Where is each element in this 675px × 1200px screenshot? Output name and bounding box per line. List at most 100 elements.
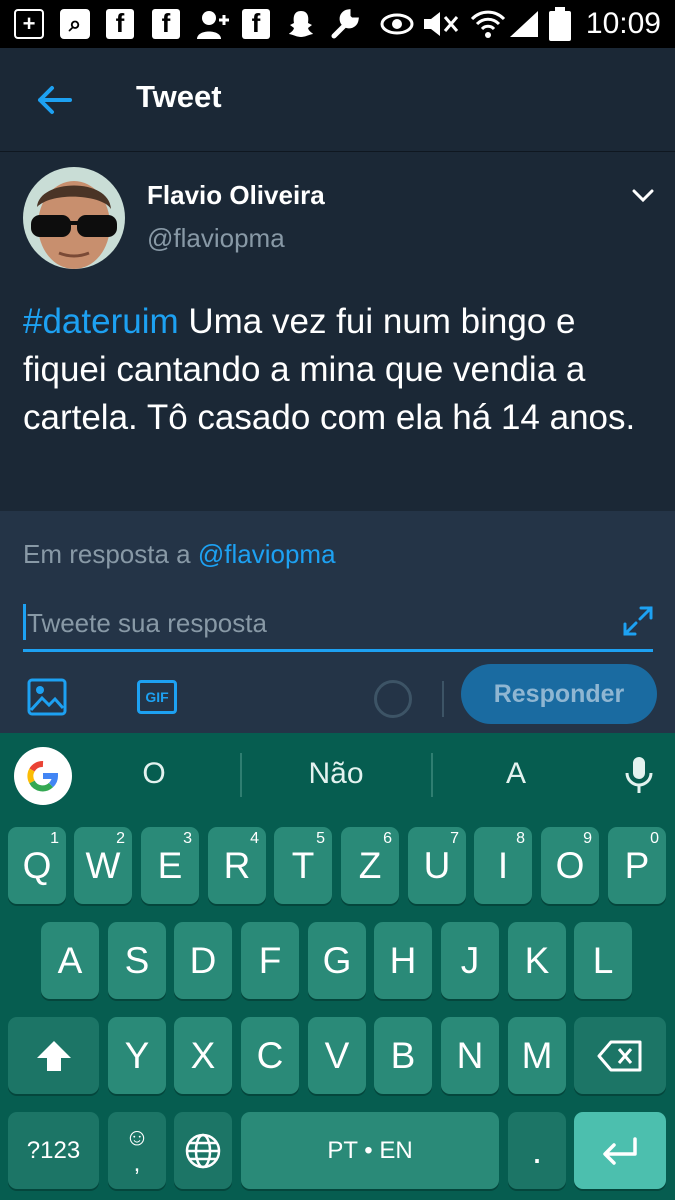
eye-icon [380,8,414,40]
reply-composer: Em resposta a @flaviopma Tweete sua resp… [0,511,675,733]
microphone-icon[interactable] [622,755,656,797]
key-z[interactable]: Z6 [341,827,399,904]
key-e[interactable]: E3 [141,827,199,904]
reply-to-mention[interactable]: @flaviopma [198,539,336,569]
globe-icon [185,1133,221,1168]
key-label: U [423,844,451,886]
wifi-icon [470,8,506,40]
key-s[interactable]: S [108,922,166,999]
app-header: Tweet [0,48,675,152]
character-counter [374,680,412,718]
wrench-icon [328,8,360,40]
emoji-comma-key[interactable]: ☺ , [108,1112,166,1189]
key-label: Q [22,844,52,886]
key-c[interactable]: C [241,1017,299,1094]
key-q[interactable]: Q1 [8,827,66,904]
key-b[interactable]: B [374,1017,432,1094]
enter-icon [603,1136,637,1165]
suggestion-bar: O Não A [0,733,675,819]
author-name[interactable]: Flavio Oliveira [147,180,325,211]
facebook-icon: f [152,8,180,40]
key-y[interactable]: Y [108,1017,166,1094]
mute-icon [422,8,462,40]
suggestion-divider [240,753,242,797]
battery-icon [548,7,572,41]
key-hint: 1 [50,830,59,847]
reply-to-line: Em resposta a @flaviopma [23,539,336,570]
key-m[interactable]: M [508,1017,566,1094]
enter-key[interactable] [574,1112,666,1189]
key-label: W [85,844,121,886]
key-f[interactable]: F [241,922,299,999]
shift-key[interactable] [8,1017,99,1094]
suggestion-1[interactable]: O [94,757,214,791]
key-t[interactable]: T5 [274,827,332,904]
reply-button[interactable]: Responder [461,664,657,724]
key-w[interactable]: W2 [74,827,132,904]
add-person-icon [196,8,230,40]
key-hint: 3 [183,830,192,847]
key-label: P [624,844,650,886]
tweet-menu-button[interactable] [626,181,660,211]
key-x[interactable]: X [174,1017,232,1094]
facebook-icon: f [106,8,134,40]
gif-icon: GIF [137,680,177,714]
key-g[interactable]: G [308,922,366,999]
key-hint: 7 [450,830,459,847]
period-key[interactable]: . [508,1112,566,1189]
backspace-key[interactable] [574,1017,666,1094]
key-j[interactable]: J [441,922,499,999]
shift-arrow-icon [36,1040,71,1071]
key-hint: 9 [583,830,592,847]
reply-placeholder: Tweete sua resposta [27,608,267,638]
key-hint: 8 [516,830,525,847]
hashtag-link[interactable]: #dateruim [23,302,179,341]
reply-input[interactable]: Tweete sua resposta [23,598,653,652]
key-hint: 4 [250,830,259,847]
key-p[interactable]: P0 [608,827,666,904]
key-hint: 2 [116,830,125,847]
suggestion-2[interactable]: Não [266,757,406,791]
key-d[interactable]: D [174,922,232,999]
key-l[interactable]: L [574,922,632,999]
status-bar: + ⌕ f f f 10:09 [0,0,675,48]
expand-icon[interactable] [622,605,654,637]
arrow-left-icon [38,86,72,114]
text-cursor [23,604,26,640]
author-handle[interactable]: @flaviopma [147,223,285,254]
signal-icon [508,8,540,40]
key-a[interactable]: A [41,922,99,999]
add-gif-button[interactable]: GIF [137,677,177,717]
reply-to-prefix: Em resposta a [23,539,198,569]
key-v[interactable]: V [308,1017,366,1094]
add-photo-button[interactable] [27,677,67,717]
status-time: 10:09 [585,7,661,40]
facebook-icon: f [242,8,270,40]
key-label: O [555,844,585,886]
key-i[interactable]: I8 [474,827,532,904]
key-label: I [497,844,509,886]
emoji-icon: ☺ [124,1123,150,1151]
back-button[interactable] [26,76,82,124]
space-key[interactable]: PT • EN [241,1112,499,1189]
tweet-text: #dateruim Uma vez fui num bingo e fiquei… [23,298,663,442]
key-hint: 6 [383,830,392,847]
key-n[interactable]: N [441,1017,499,1094]
key-label: Z [358,844,382,886]
key-label: E [157,844,183,886]
key-o[interactable]: O9 [541,827,599,904]
key-h[interactable]: H [374,922,432,999]
language-key[interactable] [174,1112,232,1189]
suggestion-3[interactable]: A [456,757,576,791]
avatar[interactable] [23,167,125,269]
suggestion-divider [431,753,433,797]
key-label: R [223,844,251,886]
google-icon[interactable] [14,747,72,805]
tweet-card: Flavio Oliveira @flaviopma #dateruim Uma… [0,153,675,511]
snapchat-icon [286,8,316,40]
key-u[interactable]: U7 [408,827,466,904]
key-hint: 0 [650,830,659,847]
key-r[interactable]: R4 [208,827,266,904]
symbols-key[interactable]: ?123 [8,1112,99,1189]
key-k[interactable]: K [508,922,566,999]
